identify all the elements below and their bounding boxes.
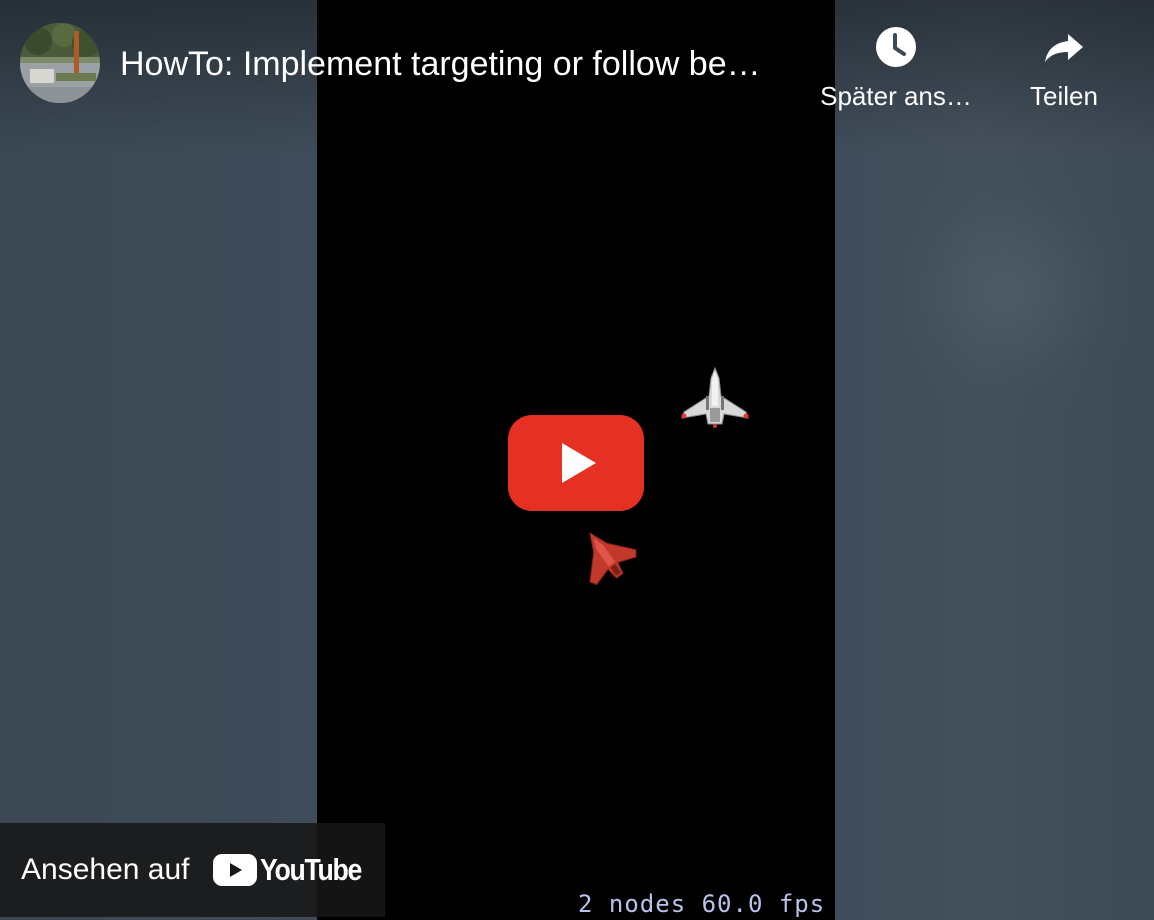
enemy-spaceship-sprite xyxy=(589,532,637,586)
player-spaceship-sprite xyxy=(681,366,749,428)
watch-later-button[interactable]: Später ans… xyxy=(806,24,986,112)
youtube-play-icon[interactable] xyxy=(508,415,644,511)
youtube-wordmark: YouTube xyxy=(260,852,362,887)
watch-on-label: Ansehen auf xyxy=(21,853,190,886)
channel-avatar-photo xyxy=(20,23,100,103)
youtube-logo-icon xyxy=(213,854,258,886)
video-player[interactable]: 2 nodes 60.0 fps HowTo: Implement target… xyxy=(0,0,1154,920)
channel-avatar[interactable] xyxy=(20,23,100,103)
watch-later-label: Später ans… xyxy=(820,81,972,111)
watch-on-youtube-link[interactable]: Ansehen auf YouTube xyxy=(0,823,385,917)
share-label: Teilen xyxy=(1030,81,1098,111)
game-fps-counter: 2 nodes 60.0 fps xyxy=(578,890,826,918)
youtube-logo: YouTube xyxy=(213,852,378,888)
share-arrow-icon xyxy=(1045,34,1083,62)
background-glow xyxy=(880,160,1140,420)
clock-icon xyxy=(876,27,916,67)
share-button[interactable]: Teilen xyxy=(1012,24,1116,112)
video-title[interactable]: HowTo: Implement targeting or follow be… xyxy=(120,44,800,84)
